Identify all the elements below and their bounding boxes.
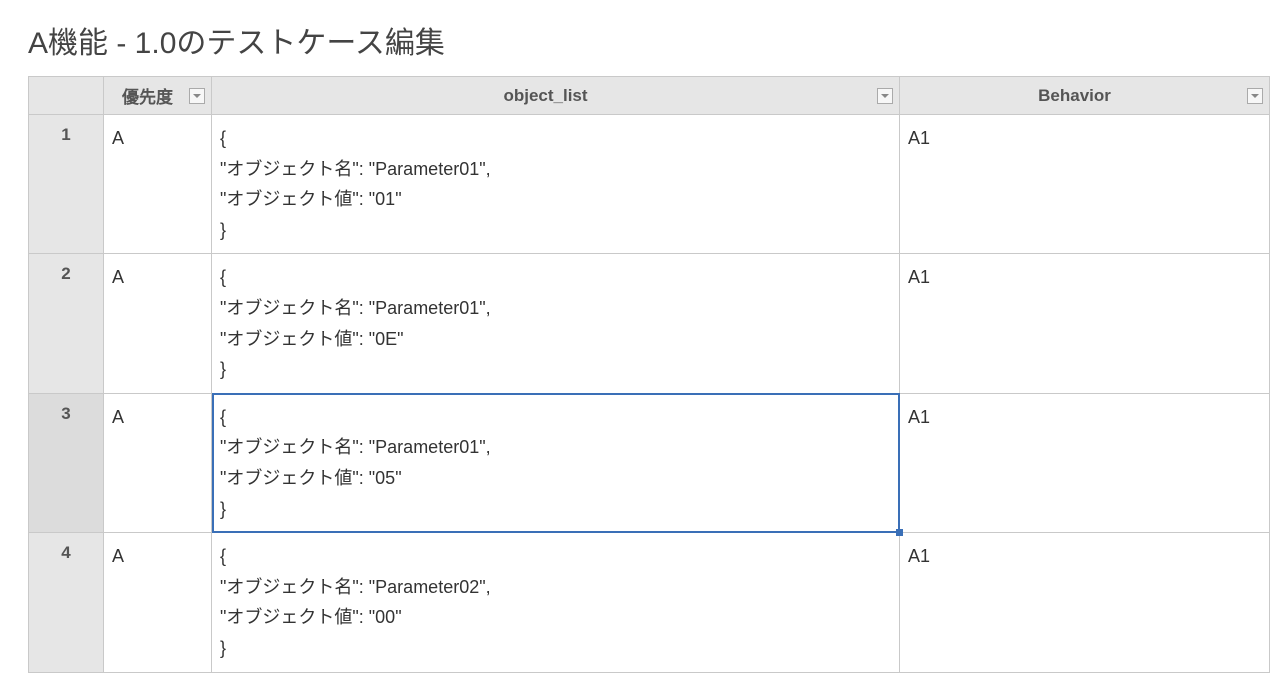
cell-behavior[interactable]: A1: [900, 533, 1270, 672]
cell-priority[interactable]: A: [104, 393, 212, 532]
header-corner[interactable]: [29, 77, 104, 115]
header-priority[interactable]: 優先度: [104, 77, 212, 115]
cell-object-list[interactable]: { "オブジェクト名": "Parameter01", "オブジェクト値": "…: [212, 254, 900, 393]
cell-object-list[interactable]: { "オブジェクト名": "Parameter01", "オブジェクト値": "…: [212, 115, 900, 254]
header-behavior[interactable]: Behavior: [900, 77, 1270, 115]
cell-behavior[interactable]: A1: [900, 254, 1270, 393]
header-priority-label: 優先度: [122, 83, 173, 108]
header-object-list-label: object_list: [503, 86, 587, 106]
table-row: 4A{ "オブジェクト名": "Parameter02", "オブジェクト値":…: [29, 533, 1270, 672]
table-row: 1A{ "オブジェクト名": "Parameter01", "オブジェクト値":…: [29, 115, 1270, 254]
cell-priority[interactable]: A: [104, 115, 212, 254]
row-number[interactable]: 4: [29, 533, 104, 672]
row-number[interactable]: 1: [29, 115, 104, 254]
cell-behavior[interactable]: A1: [900, 115, 1270, 254]
row-number[interactable]: 2: [29, 254, 104, 393]
testcase-grid: 優先度 object_list Behavior: [28, 76, 1270, 673]
filter-icon[interactable]: [1247, 88, 1263, 104]
header-behavior-label: Behavior: [1038, 86, 1111, 106]
cell-object-list[interactable]: { "オブジェクト名": "Parameter01", "オブジェクト値": "…: [212, 393, 900, 532]
cell-behavior[interactable]: A1: [900, 393, 1270, 532]
filter-icon[interactable]: [877, 88, 893, 104]
row-number[interactable]: 3: [29, 393, 104, 532]
page-title: A機能 - 1.0のテストケース編集: [28, 18, 1252, 62]
cell-object-list[interactable]: { "オブジェクト名": "Parameter02", "オブジェクト値": "…: [212, 533, 900, 672]
cell-priority[interactable]: A: [104, 533, 212, 672]
filter-icon[interactable]: [189, 88, 205, 104]
table-row: 2A{ "オブジェクト名": "Parameter01", "オブジェクト値":…: [29, 254, 1270, 393]
header-object-list[interactable]: object_list: [212, 77, 900, 115]
cell-priority[interactable]: A: [104, 254, 212, 393]
table-row: 3A{ "オブジェクト名": "Parameter01", "オブジェクト値":…: [29, 393, 1270, 532]
